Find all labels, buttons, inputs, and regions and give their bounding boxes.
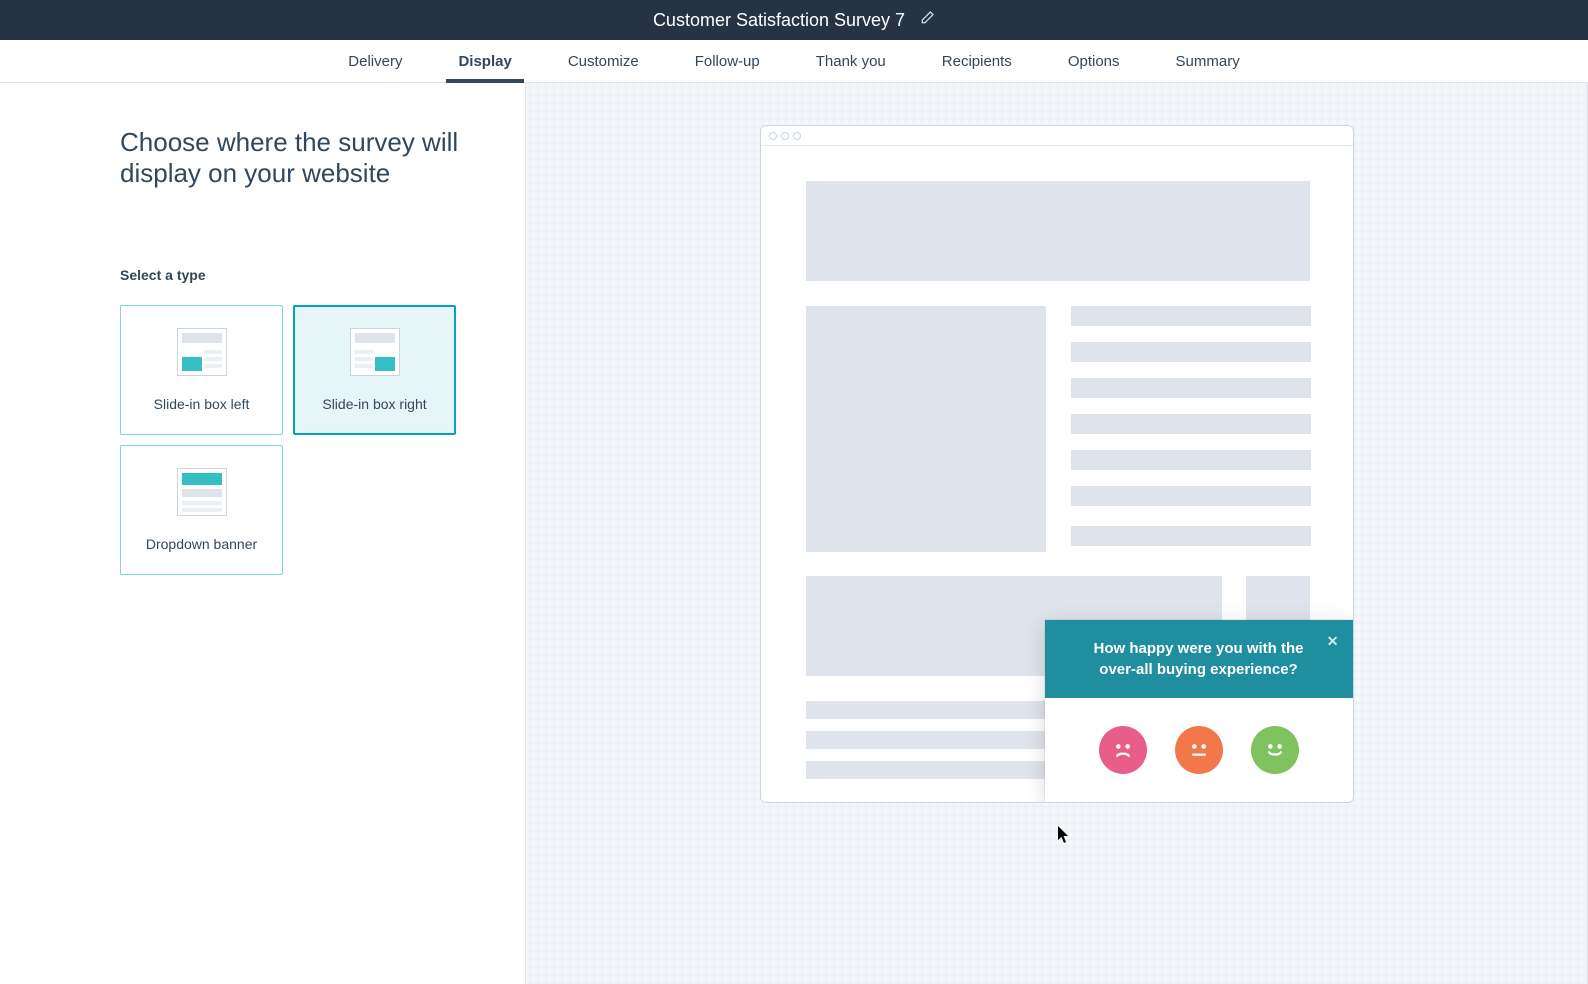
wire-line bbox=[1071, 342, 1311, 362]
tab-thank-you[interactable]: Thank you bbox=[816, 40, 886, 82]
preview-panel: How happy were you with the over-all buy… bbox=[525, 83, 1588, 984]
panel-heading: Choose where the survey will display on … bbox=[120, 127, 465, 189]
tab-options[interactable]: Options bbox=[1068, 40, 1120, 82]
tab-display[interactable]: Display bbox=[458, 40, 511, 82]
wire-line bbox=[1071, 414, 1311, 434]
rating-happy[interactable] bbox=[1251, 726, 1299, 774]
config-panel: Choose where the survey will display on … bbox=[0, 83, 525, 984]
type-card-label: Dropdown banner bbox=[146, 536, 257, 552]
tab-label: Customize bbox=[568, 53, 639, 70]
wire-line bbox=[1071, 378, 1311, 398]
wire-line bbox=[1071, 450, 1311, 470]
wire-block bbox=[806, 306, 1046, 552]
wire-line bbox=[806, 761, 1046, 779]
wire-line bbox=[1071, 486, 1311, 506]
type-card-label: Slide-in box right bbox=[322, 396, 426, 412]
wire-line bbox=[806, 731, 1046, 749]
tab-label: Options bbox=[1068, 53, 1120, 70]
wire-line bbox=[1071, 526, 1311, 546]
wire-line bbox=[1071, 306, 1311, 326]
survey-header: How happy were you with the over-all buy… bbox=[1045, 620, 1353, 698]
tab-label: Summary bbox=[1176, 53, 1240, 70]
type-slide-in-left[interactable]: Slide-in box left bbox=[120, 305, 283, 435]
type-slide-in-right[interactable]: Slide-in box right bbox=[293, 305, 456, 435]
type-dropdown-banner[interactable]: Dropdown banner bbox=[120, 445, 283, 575]
window-dot-icon bbox=[781, 132, 789, 140]
wire-block bbox=[806, 181, 1310, 281]
tab-label: Delivery bbox=[348, 53, 402, 70]
window-dot-icon bbox=[769, 132, 777, 140]
type-preview-icon bbox=[350, 328, 400, 376]
window-dot-icon bbox=[793, 132, 801, 140]
type-grid: Slide-in box left Slide-in box right Dro… bbox=[120, 305, 465, 575]
type-preview-icon bbox=[177, 468, 227, 516]
type-preview-icon bbox=[177, 328, 227, 376]
rating-neutral[interactable] bbox=[1175, 726, 1223, 774]
tab-label: Follow-up bbox=[695, 53, 760, 70]
tab-summary[interactable]: Summary bbox=[1176, 40, 1240, 82]
tab-label: Display bbox=[458, 53, 511, 70]
survey-popup: How happy were you with the over-all buy… bbox=[1045, 620, 1353, 802]
type-card-label: Slide-in box left bbox=[154, 396, 250, 412]
browser-chrome bbox=[761, 126, 1353, 146]
tab-recipients[interactable]: Recipients bbox=[942, 40, 1012, 82]
close-icon[interactable]: ✕ bbox=[1327, 632, 1339, 652]
rating-sad[interactable] bbox=[1099, 726, 1147, 774]
tab-label: Thank you bbox=[816, 53, 886, 70]
survey-question: How happy were you with the over-all buy… bbox=[1093, 640, 1303, 678]
tab-follow-up[interactable]: Follow-up bbox=[695, 40, 760, 82]
tab-delivery[interactable]: Delivery bbox=[348, 40, 402, 82]
browser-mock: How happy were you with the over-all buy… bbox=[760, 125, 1354, 803]
edit-title-icon[interactable] bbox=[919, 10, 935, 31]
nav-bar: Delivery Display Customize Follow-up Tha… bbox=[0, 40, 1588, 83]
survey-title: Customer Satisfaction Survey 7 bbox=[653, 10, 905, 31]
top-bar: Customer Satisfaction Survey 7 bbox=[0, 0, 1588, 40]
wire-line bbox=[806, 701, 1046, 719]
type-section-label: Select a type bbox=[120, 267, 465, 283]
tab-customize[interactable]: Customize bbox=[568, 40, 639, 82]
tab-label: Recipients bbox=[942, 53, 1012, 70]
rating-faces bbox=[1045, 698, 1353, 802]
